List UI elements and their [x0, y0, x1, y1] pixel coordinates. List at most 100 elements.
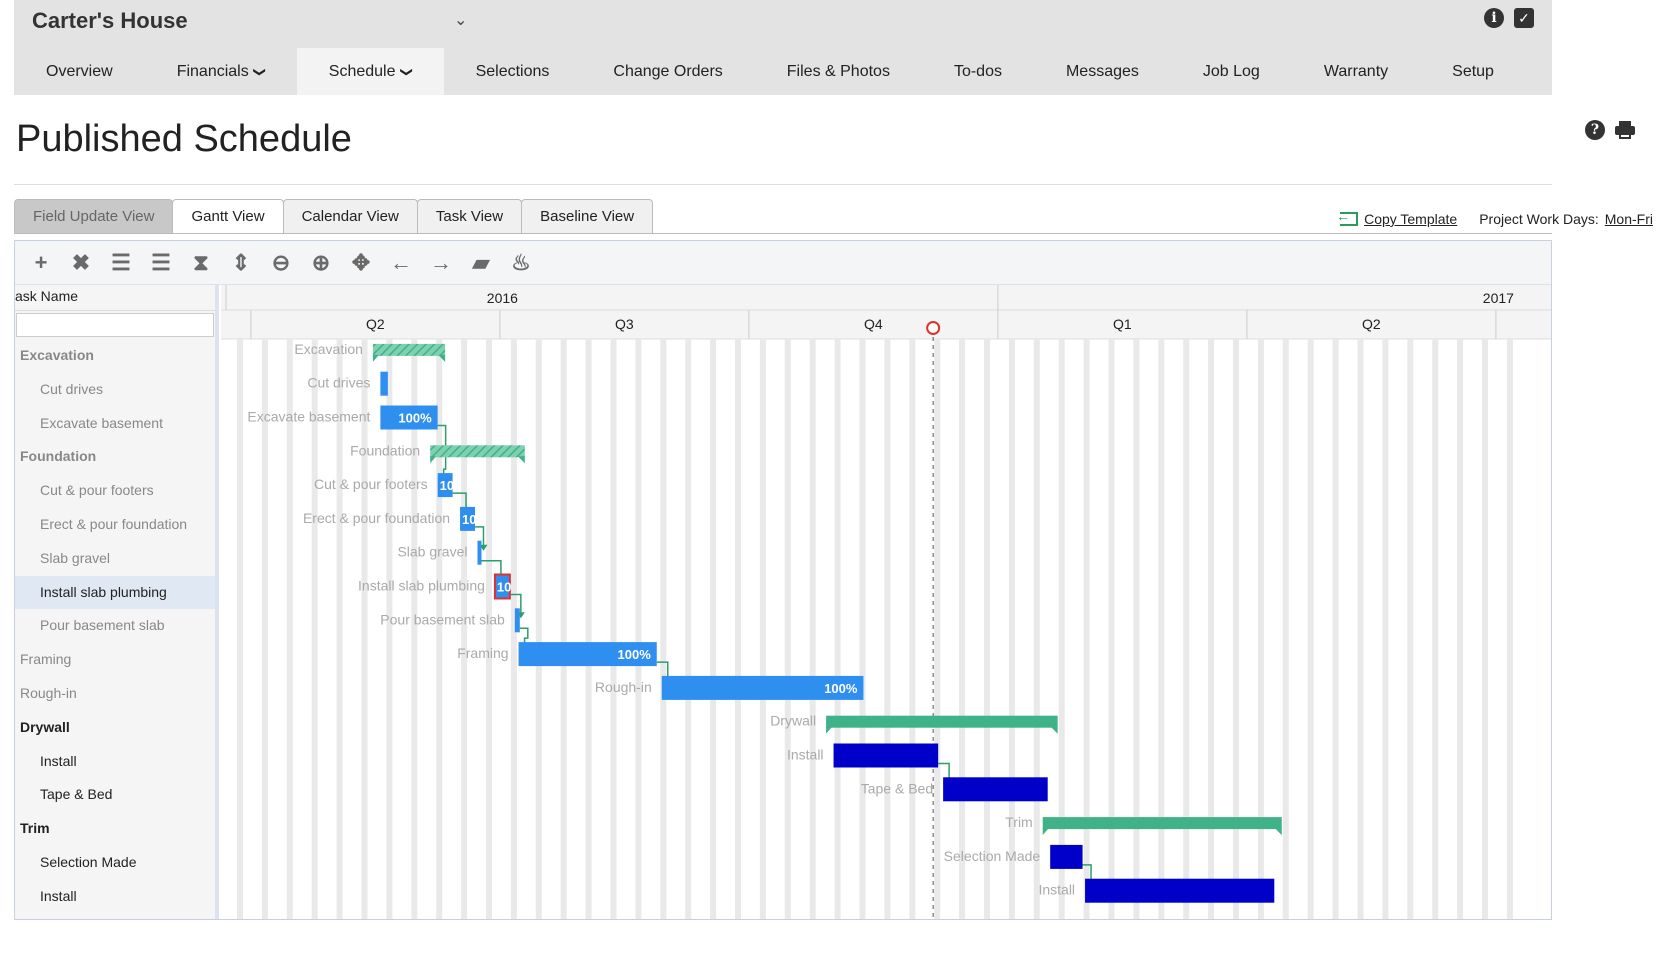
week-stripe: [1033, 339, 1040, 919]
nav-item-setup[interactable]: Setup: [1420, 48, 1526, 95]
tab-divider: [14, 233, 1552, 234]
nav-item-warranty[interactable]: Warranty: [1292, 48, 1420, 95]
task-bar[interactable]: [943, 777, 1048, 802]
nav-item-files-and-photos[interactable]: Files & Photos: [755, 48, 922, 95]
tag-icon[interactable]: ▰: [461, 248, 501, 278]
year-header: [221, 285, 1551, 310]
summary-bar-start: [372, 354, 379, 362]
task-row-pour-basement-slab[interactable]: Pour basement slab: [15, 609, 215, 642]
tab-calendar-view[interactable]: Calendar View: [282, 199, 418, 233]
critical-path-icon[interactable]: ♨: [501, 248, 541, 278]
week-stripe: [1158, 339, 1165, 919]
expand-all-icon[interactable]: ⇕: [221, 248, 261, 278]
summary-bar[interactable]: [1042, 817, 1282, 830]
task-bar-label: Selection Made: [944, 848, 1041, 864]
zoom-out-icon[interactable]: ⊖: [261, 248, 301, 278]
task-filter-input[interactable]: [16, 313, 214, 337]
add-icon[interactable]: +: [21, 248, 61, 278]
nav-item-label: Job Log: [1202, 62, 1260, 80]
nav-item-to-dos[interactable]: To-dos: [922, 48, 1034, 95]
task-row-excavation[interactable]: Excavation: [15, 339, 215, 372]
task-row-cut-and-pour-footers[interactable]: Cut & pour footers: [15, 474, 215, 507]
week-stripe: [286, 339, 293, 919]
task-row-trim[interactable]: Trim: [15, 812, 215, 845]
week-stripe: [685, 339, 692, 919]
work-days-link[interactable]: Mon-Fri: [1605, 211, 1653, 227]
task-row-tape-and-bed[interactable]: Tape & Bed: [15, 778, 215, 811]
nav-item-label: Schedule: [328, 62, 396, 80]
nav-item-overview[interactable]: Overview: [14, 48, 145, 95]
week-stripe: [535, 339, 542, 919]
nav-item-financials[interactable]: Financials ❯: [145, 48, 297, 95]
week-stripe: [461, 339, 468, 919]
task-row-cut-drives[interactable]: Cut drives: [15, 373, 215, 406]
week-stripe: [1382, 339, 1389, 919]
indent-icon[interactable]: ☰: [101, 248, 141, 278]
summary-bar[interactable]: [826, 715, 1058, 728]
outdent-icon[interactable]: ☰: [141, 248, 181, 278]
task-bar[interactable]: [833, 743, 939, 768]
task-row-drywall[interactable]: Drywall: [15, 711, 215, 744]
task-row-install-slab-plumbing[interactable]: Install slab plumbing: [15, 575, 215, 609]
task-row-selection-made[interactable]: Selection Made: [15, 846, 215, 879]
tab-gantt-view[interactable]: Gantt View: [172, 199, 284, 233]
help-icon[interactable]: ?: [1585, 120, 1605, 140]
move-right-icon[interactable]: →: [421, 248, 461, 278]
week-stripe: [1332, 339, 1339, 919]
task-bar-label: Excavation: [294, 341, 362, 357]
task-name-column-header[interactable]: ask Name: [15, 285, 215, 311]
fit-icon[interactable]: ✥: [341, 248, 381, 278]
project-name[interactable]: Carter's House: [32, 8, 188, 34]
page-icons: ?: [1585, 120, 1635, 140]
week-stripe: [660, 339, 667, 919]
task-bar[interactable]: [380, 371, 388, 396]
copy-template-icon[interactable]: [1336, 208, 1359, 226]
task-row-framing[interactable]: Framing: [15, 643, 215, 676]
week-stripe: [934, 339, 941, 919]
tab-task-view[interactable]: Task View: [416, 199, 523, 233]
project-chevron-down-icon[interactable]: ⌄: [454, 10, 467, 30]
task-row-erect-and-pour-foundation[interactable]: Erect & pour foundation: [15, 508, 215, 541]
summary-bar[interactable]: [430, 445, 525, 458]
week-stripe: [909, 339, 916, 919]
task-row-rough-in[interactable]: Rough-in: [15, 677, 215, 710]
nav-item-schedule[interactable]: Schedule ❯: [296, 48, 444, 95]
main-nav: Overview Financials ❯ Schedule ❯ Selections Ch…: [14, 48, 1526, 95]
task-row-excavate-basement[interactable]: Excavate basement: [15, 407, 215, 440]
checkbox-icon[interactable]: ✓: [1514, 8, 1534, 28]
task-bar-label: Tape & Bed: [861, 780, 933, 796]
task-bar-label: Slab gravel: [397, 544, 467, 560]
nav-item-change-orders[interactable]: Change Orders: [581, 48, 754, 95]
week-stripe: [710, 339, 717, 919]
task-bar[interactable]: [514, 608, 520, 633]
title-divider: [14, 184, 1552, 185]
nav-item-selections[interactable]: Selections: [444, 48, 582, 95]
nav-item-label: Financials: [176, 62, 249, 80]
delete-icon[interactable]: ✖: [61, 248, 101, 278]
task-row-install[interactable]: Install: [15, 880, 215, 913]
summary-bar-start: [826, 726, 833, 734]
nav-item-messages[interactable]: Messages: [1034, 48, 1171, 95]
tab-baseline-view[interactable]: Baseline View: [521, 199, 654, 233]
task-bar-label: Framing: [457, 645, 508, 661]
task-bar[interactable]: [1050, 844, 1083, 869]
nav-item-job-log[interactable]: Job Log: [1171, 48, 1292, 95]
nav-item-label: Selections: [475, 62, 550, 80]
tab-field-update-view[interactable]: Field Update View: [14, 199, 174, 233]
zoom-in-icon[interactable]: ⊕: [301, 248, 341, 278]
collapse-all-icon[interactable]: ⧗: [181, 248, 221, 278]
copy-template-link[interactable]: Copy Template: [1364, 211, 1457, 227]
task-row-install[interactable]: Install: [15, 745, 215, 778]
summary-bar-end: [517, 456, 525, 464]
print-icon[interactable]: [1615, 121, 1635, 139]
task-row-slab-gravel[interactable]: Slab gravel: [15, 542, 215, 575]
task-bar[interactable]: [1085, 878, 1275, 903]
task-row-foundation[interactable]: Foundation: [15, 440, 215, 473]
week-stripe: [759, 339, 766, 919]
summary-bar-start: [1042, 828, 1049, 836]
task-bar[interactable]: [477, 540, 482, 565]
move-left-icon[interactable]: ←: [381, 248, 421, 278]
quarter-header: [221, 310, 1551, 339]
info-icon[interactable]: i: [1484, 8, 1504, 28]
summary-bar[interactable]: [372, 343, 446, 356]
